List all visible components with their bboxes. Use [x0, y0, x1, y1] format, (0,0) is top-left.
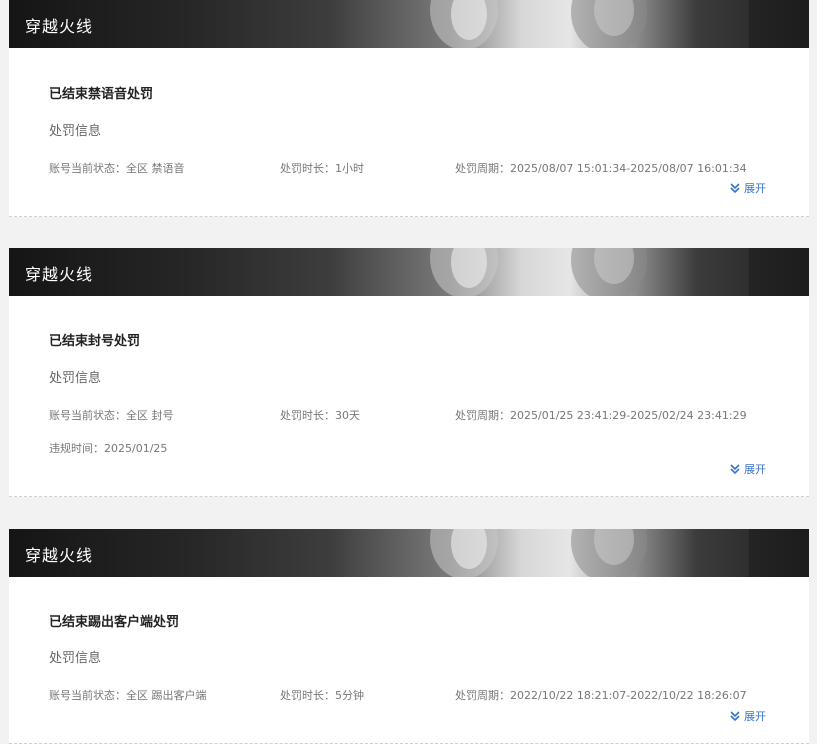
duration-label: 处罚时长： [280, 409, 335, 422]
period-value: 2025/08/07 15:01:34-2025/08/07 16:01:34 [510, 162, 747, 175]
violation-time: 违规时间：2025/01/25 [49, 440, 167, 456]
duration-value: 5分钟 [335, 689, 364, 702]
account-status-value: 全区 禁语音 [126, 162, 185, 175]
punishment-duration: 处罚时长：1小时 [280, 160, 364, 176]
duration-value: 1小时 [335, 162, 364, 175]
double-chevron-down-icon [730, 183, 740, 194]
period-value: 2025/01/25 23:41:29-2025/02/24 23:41:29 [510, 409, 747, 422]
game-name: 穿越火线 [25, 265, 94, 284]
expand-label: 展开 [744, 463, 766, 476]
duration-value: 30天 [335, 409, 360, 422]
punishment-card: 穿越火线 已结束踢出客户端处罚 处罚信息 账号当前状态：全区 踢出客户端 处罚时… [9, 529, 809, 744]
punishment-period: 处罚周期：2025/08/07 15:01:34-2025/08/07 16:0… [455, 160, 747, 176]
expand-label: 展开 [744, 710, 766, 723]
punishment-period: 处罚周期：2025/01/25 23:41:29-2025/02/24 23:4… [455, 407, 747, 423]
punishment-title: 已结束踢出客户端处罚 [49, 615, 180, 630]
account-status-value: 全区 踢出客户端 [126, 689, 207, 702]
expand-button[interactable]: 展开 [729, 708, 766, 724]
game-banner: 穿越火线 [9, 0, 809, 48]
duration-label: 处罚时长： [280, 162, 335, 175]
punishment-duration: 处罚时长：30天 [280, 407, 360, 423]
game-banner: 穿越火线 [9, 529, 809, 577]
expand-button[interactable]: 展开 [729, 461, 766, 477]
punishment-title: 已结束封号处罚 [49, 334, 141, 349]
double-chevron-down-icon [730, 464, 740, 475]
expand-button[interactable]: 展开 [729, 180, 766, 196]
period-label: 处罚周期： [455, 409, 510, 422]
violation-time-label: 违规时间： [49, 442, 104, 455]
section-label: 处罚信息 [49, 651, 102, 666]
banner-artwork [430, 529, 809, 577]
violation-time-value: 2025/01/25 [104, 442, 168, 455]
banner-artwork [430, 0, 809, 48]
account-status-label: 账号当前状态： [49, 409, 126, 422]
game-name: 穿越火线 [25, 546, 94, 565]
account-status: 账号当前状态：全区 踢出客户端 [49, 687, 207, 703]
double-chevron-down-icon [730, 711, 740, 722]
game-banner: 穿越火线 [9, 248, 809, 296]
game-name: 穿越火线 [25, 17, 94, 36]
section-label: 处罚信息 [49, 124, 102, 139]
section-label: 处罚信息 [49, 371, 102, 386]
account-status-label: 账号当前状态： [49, 689, 126, 702]
punishment-card: 穿越火线 已结束禁语音处罚 处罚信息 账号当前状态：全区 禁语音 处罚时长：1小… [9, 0, 809, 217]
account-status-value: 全区 封号 [126, 409, 174, 422]
punishment-title: 已结束禁语音处罚 [49, 87, 154, 102]
account-status: 账号当前状态：全区 禁语音 [49, 160, 185, 176]
account-status-label: 账号当前状态： [49, 162, 126, 175]
punishment-duration: 处罚时长：5分钟 [280, 687, 364, 703]
account-status: 账号当前状态：全区 封号 [49, 407, 174, 423]
expand-label: 展开 [744, 182, 766, 195]
banner-artwork [430, 248, 809, 296]
period-label: 处罚周期： [455, 689, 510, 702]
punishment-card: 穿越火线 已结束封号处罚 处罚信息 账号当前状态：全区 封号 处罚时长：30天 … [9, 248, 809, 497]
period-label: 处罚周期： [455, 162, 510, 175]
punishment-period: 处罚周期：2022/10/22 18:21:07-2022/10/22 18:2… [455, 687, 747, 703]
duration-label: 处罚时长： [280, 689, 335, 702]
period-value: 2022/10/22 18:21:07-2022/10/22 18:26:07 [510, 689, 747, 702]
